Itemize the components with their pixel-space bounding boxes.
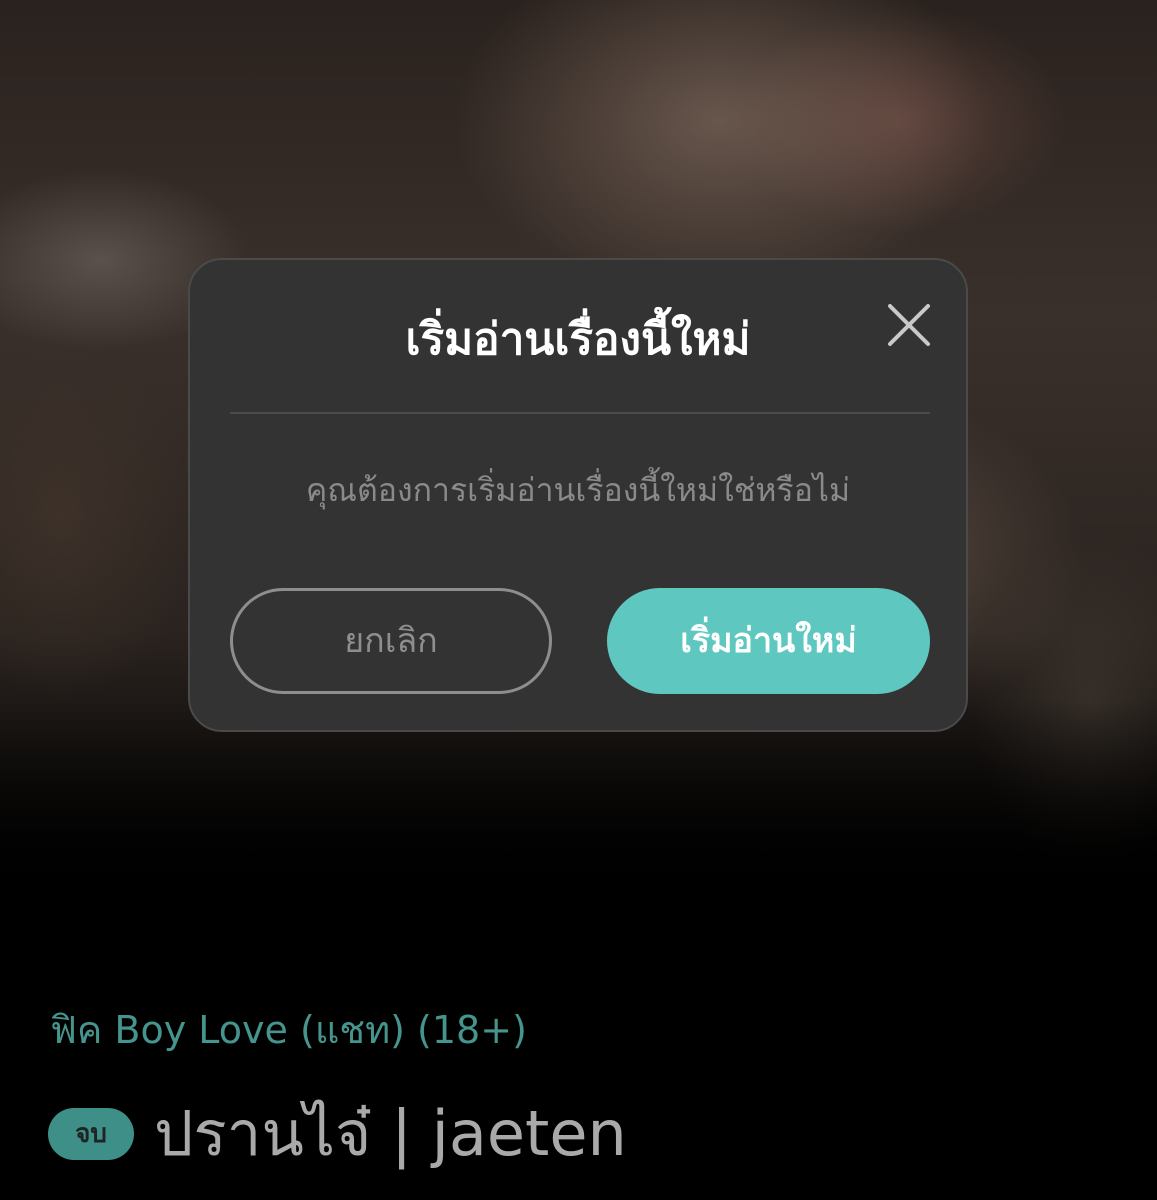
- story-title: ปรานไจ๋ | jaeten: [154, 1097, 627, 1170]
- close-icon[interactable]: [884, 300, 934, 350]
- restart-reading-dialog: เริ่มอ่านเรื่องนี้ใหม่ คุณต้องการเริ่มอ่…: [188, 258, 968, 732]
- cover-gradient-overlay: [0, 700, 1157, 960]
- story-category[interactable]: ฟิค Boy Love (แชท) (18+): [50, 1004, 527, 1056]
- completed-status-badge: จบ: [48, 1108, 134, 1160]
- dialog-message: คุณต้องการเริ่มอ่านเรื่องนี้ใหม่ใช่หรือไ…: [305, 471, 851, 509]
- cancel-button[interactable]: ยกเลิก: [230, 588, 552, 694]
- dialog-title: เริ่มอ่านเรื่องนี้ใหม่: [405, 314, 751, 365]
- app-screen: เริ่มอ่านเรื่องนี้ใหม่ คุณต้องการเริ่มอ่…: [0, 0, 1157, 1200]
- story-title-row: จบ ปรานไจ๋ | jaeten: [48, 1094, 627, 1174]
- dialog-divider: [230, 412, 930, 414]
- restart-reading-button[interactable]: เริ่มอ่านใหม่: [607, 588, 930, 694]
